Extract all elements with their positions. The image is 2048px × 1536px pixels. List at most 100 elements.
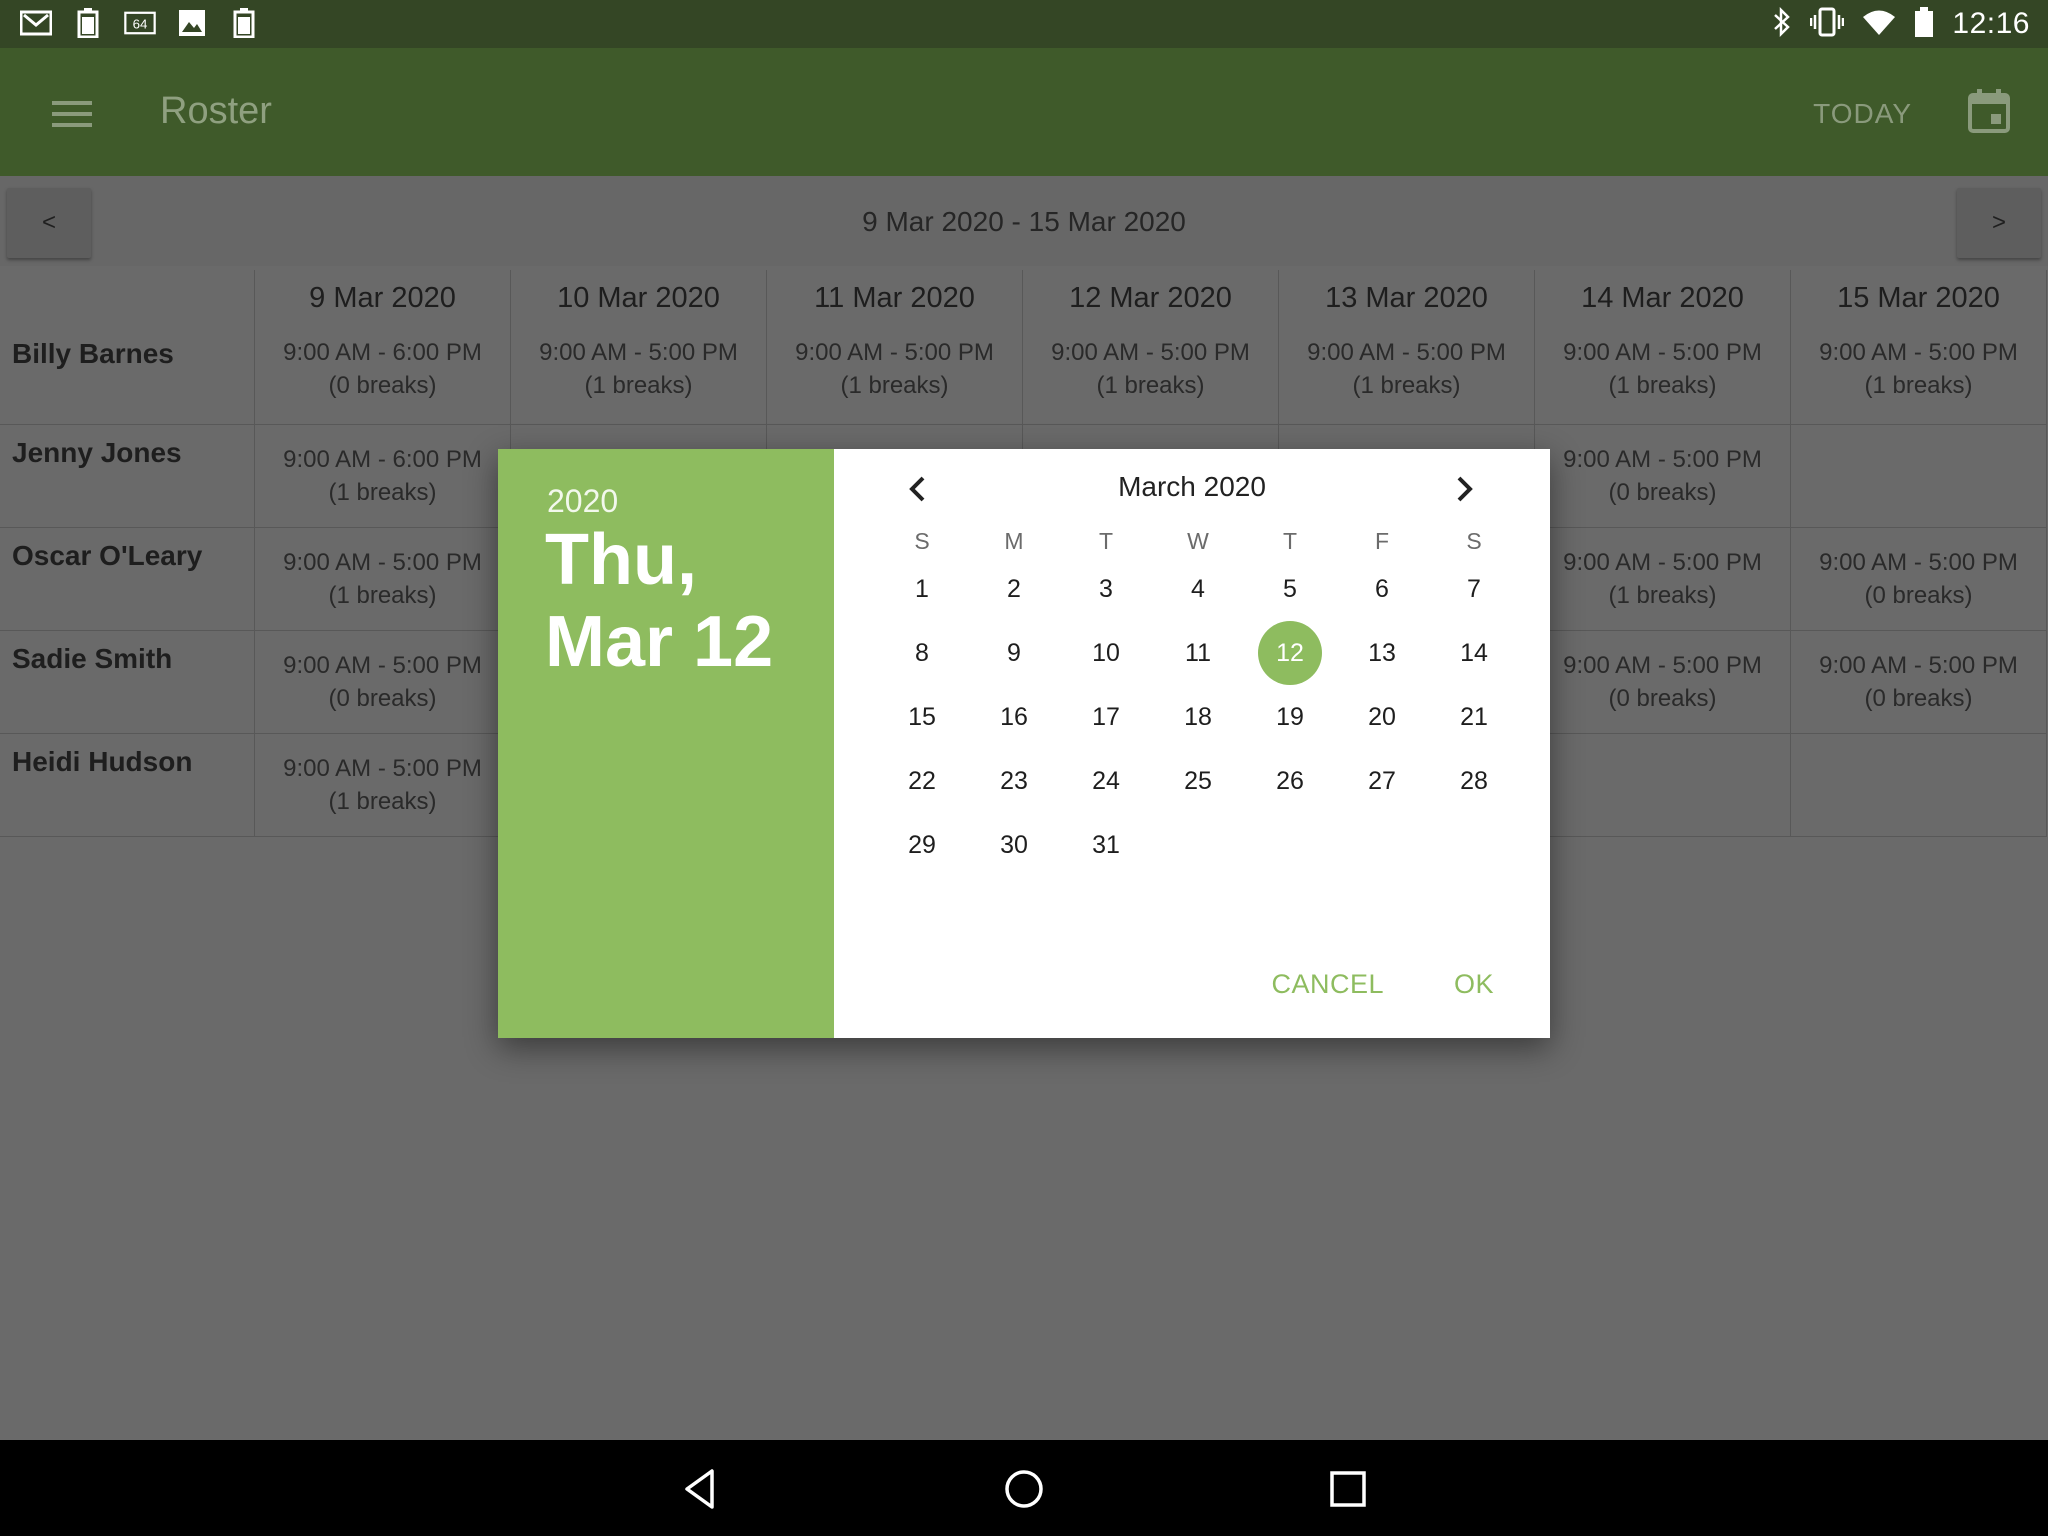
shift-breaks: (0 breaks) — [1864, 685, 1973, 712]
shift-details: 9:00 AM - 5:00 PM (0 breaks) — [1535, 425, 1790, 509]
day-cell[interactable]: 27 — [1336, 749, 1428, 813]
shift-time: 9:00 AM - 5:00 PM — [1563, 446, 1762, 473]
today-button[interactable]: TODAY — [1813, 98, 1912, 130]
day-cell[interactable]: 29 — [876, 813, 968, 877]
day-number: 23 — [1000, 766, 1028, 795]
day-cell[interactable]: 21 — [1428, 685, 1520, 749]
day-number: 7 — [1467, 574, 1481, 603]
shift-cell[interactable]: 9:00 AM - 5:00 PM (1 breaks) — [1535, 528, 1791, 631]
shift-time: 9:00 AM - 5:00 PM — [1051, 339, 1250, 366]
shift-cell[interactable]: 9:00 AM - 5:00 PM (0 breaks) — [1791, 631, 2047, 734]
day-cell[interactable]: 10 — [1060, 621, 1152, 685]
recents-button[interactable] — [1325, 1466, 1371, 1512]
day-cell[interactable]: 7 — [1428, 557, 1520, 621]
day-cell[interactable]: 3 — [1060, 557, 1152, 621]
shift-breaks: (1 breaks) — [1096, 372, 1205, 399]
day-number: 12 — [1258, 621, 1322, 685]
shift-cell[interactable]: 15 Mar 2020 9:00 AM - 5:00 PM (1 breaks) — [1791, 270, 2047, 425]
shift-cell[interactable]: 13 Mar 2020 9:00 AM - 5:00 PM (1 breaks) — [1279, 270, 1535, 425]
day-cell[interactable]: 19 — [1244, 685, 1336, 749]
day-cell[interactable]: 18 — [1152, 685, 1244, 749]
day-cell[interactable]: 4 — [1152, 557, 1244, 621]
shift-details: 9:00 AM - 5:00 PM (0 breaks) — [255, 631, 510, 715]
day-cell[interactable]: 2 — [968, 557, 1060, 621]
shift-time: 9:00 AM - 5:00 PM — [795, 339, 994, 366]
menu-button[interactable] — [44, 92, 100, 136]
ok-button[interactable]: OK — [1454, 969, 1494, 1000]
svg-text:64: 64 — [133, 16, 148, 31]
day-number: 10 — [1092, 638, 1120, 667]
shift-time: 9:00 AM - 5:00 PM — [1819, 549, 2018, 576]
day-cell[interactable]: 22 — [876, 749, 968, 813]
day-cell[interactable]: 8 — [876, 621, 968, 685]
shift-cell[interactable]: 9:00 AM - 5:00 PM (0 breaks) — [1791, 528, 2047, 631]
shift-cell[interactable]: 9 Mar 2020 9:00 AM - 6:00 PM (0 breaks) — [255, 270, 511, 425]
day-cell[interactable]: 25 — [1152, 749, 1244, 813]
shift-cell[interactable]: 9:00 AM - 5:00 PM (1 breaks) — [255, 734, 511, 837]
shift-time: 9:00 AM - 5:00 PM — [283, 652, 482, 679]
day-cell[interactable]: 20 — [1336, 685, 1428, 749]
day-cell[interactable]: 31 — [1060, 813, 1152, 877]
day-cell[interactable]: 14 — [1428, 621, 1520, 685]
day-cell[interactable]: 28 — [1428, 749, 1520, 813]
date-picker-header: 2020 Thu, Mar 12 — [498, 449, 834, 1038]
day-cell[interactable]: 23 — [968, 749, 1060, 813]
weekday-label: F — [1374, 528, 1390, 554]
shift-cell[interactable]: 9:00 AM - 5:00 PM (1 breaks) — [255, 528, 511, 631]
weekday-label: T — [1098, 528, 1114, 554]
employee-name: Sadie Smith — [12, 643, 173, 674]
empty-shift-cell[interactable] — [1791, 425, 2047, 528]
day-number: 15 — [908, 702, 936, 731]
shift-cell[interactable]: 12 Mar 2020 9:00 AM - 5:00 PM (1 breaks) — [1023, 270, 1279, 425]
day-cell[interactable]: 30 — [968, 813, 1060, 877]
64-badge-icon: 64 — [124, 8, 156, 38]
day-number: 20 — [1368, 702, 1396, 731]
shift-cell[interactable]: 9:00 AM - 5:00 PM (0 breaks) — [1535, 425, 1791, 528]
empty-shift-cell[interactable] — [1535, 734, 1791, 837]
shift-cell[interactable]: 11 Mar 2020 9:00 AM - 5:00 PM (1 breaks) — [767, 270, 1023, 425]
year-selector[interactable]: 2020 — [547, 483, 618, 520]
next-week-button[interactable]: > — [1957, 188, 2041, 258]
next-month-button[interactable] — [1446, 471, 1482, 507]
day-cell[interactable]: 26 — [1244, 749, 1336, 813]
employee-name: Heidi Hudson — [12, 746, 193, 777]
calendar-button[interactable] — [1966, 88, 2012, 134]
day-selected[interactable]: 12 — [1244, 621, 1336, 685]
back-button[interactable] — [678, 1466, 724, 1512]
day-cell[interactable]: 1 — [876, 557, 968, 621]
selected-date: Thu, Mar 12 — [545, 519, 805, 683]
day-header: 11 Mar 2020 — [814, 282, 975, 314]
day-cell[interactable]: 17 — [1060, 685, 1152, 749]
day-header: 14 Mar 2020 — [1581, 282, 1744, 314]
shift-cell[interactable]: 9:00 AM - 5:00 PM (0 breaks) — [1535, 631, 1791, 734]
shift-details: 9:00 AM - 5:00 PM (0 breaks) — [1791, 631, 2046, 715]
day-cell[interactable]: 9 — [968, 621, 1060, 685]
shift-breaks: (0 breaks) — [328, 372, 437, 399]
day-cell[interactable]: 6 — [1336, 557, 1428, 621]
shift-time: 9:00 AM - 5:00 PM — [1563, 549, 1762, 576]
day-cell[interactable]: 15 — [876, 685, 968, 749]
shift-cell[interactable]: 9:00 AM - 5:00 PM (0 breaks) — [255, 631, 511, 734]
day-number: 14 — [1460, 638, 1488, 667]
shift-cell[interactable]: 9:00 AM - 6:00 PM (1 breaks) — [255, 425, 511, 528]
day-cell[interactable]: 16 — [968, 685, 1060, 749]
home-button[interactable] — [1001, 1466, 1047, 1512]
bluetooth-icon — [1772, 6, 1792, 42]
cancel-button[interactable]: CANCEL — [1271, 969, 1384, 1000]
shift-cell[interactable]: 10 Mar 2020 9:00 AM - 5:00 PM (1 breaks) — [511, 270, 767, 425]
shift-details: 9:00 AM - 6:00 PM (0 breaks) — [255, 315, 510, 402]
page-title: Roster — [160, 90, 272, 132]
day-cell[interactable]: 24 — [1060, 749, 1152, 813]
employee-cell: Oscar O'Leary — [0, 528, 255, 631]
empty-shift-cell[interactable] — [1791, 734, 2047, 837]
shift-time: 9:00 AM - 5:00 PM — [1307, 339, 1506, 366]
day-number: 18 — [1184, 702, 1212, 731]
day-number: 2 — [1007, 574, 1021, 603]
day-number: 19 — [1276, 702, 1304, 731]
shift-cell[interactable]: 14 Mar 2020 9:00 AM - 5:00 PM (1 breaks) — [1535, 270, 1791, 425]
notification-icons: 64 — [20, 8, 260, 38]
day-cell[interactable]: 5 — [1244, 557, 1336, 621]
day-cell[interactable]: 11 — [1152, 621, 1244, 685]
day-cell[interactable]: 13 — [1336, 621, 1428, 685]
weekday-header: SMTWTFS — [876, 528, 1520, 555]
